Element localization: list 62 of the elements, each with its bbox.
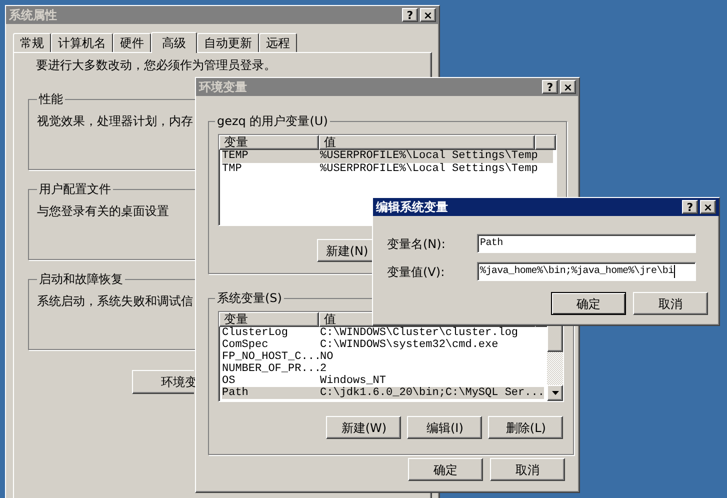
window-title: 环境变量 [199,81,247,93]
tab[interactable]: 远程 [259,33,297,52]
table-cell: C:\WINDOWS\Cluster\cluster.log [320,328,518,338]
table-cell-text: OS [222,376,236,386]
scroll-down-button[interactable] [547,385,564,401]
column-header[interactable]: 值 [319,135,535,150]
group-label: 系统变量(S) [216,290,283,307]
table-cell: FP_NO_HOST_C... [222,352,320,362]
field-value: %java_home%\bin;%java_home%\jre\bi [480,264,674,279]
group-label: 用户配置文件 [38,181,112,198]
text-cursor [674,265,675,278]
table-cell-text: ComSpec [222,340,270,350]
table-cell: NUMBER_OF_PR... [222,364,320,374]
group-label: gezq 的用户变量(U) [216,113,329,130]
tab[interactable]: 自动更新 [197,33,259,52]
close-button[interactable]: × [560,80,576,94]
help-button[interactable]: ? [402,8,418,22]
close-button[interactable]: × [700,200,716,214]
window-title: 编辑系统变量 [376,201,448,213]
variable-row[interactable]: Path C:\jdk1.6.0_20\bin;C:\MySQL Ser... [222,387,544,399]
close-button[interactable]: × [420,8,436,22]
column-header[interactable] [535,135,556,150]
tab[interactable]: 硬件 [113,33,151,52]
table-cell: %USERPROFILE%\Local Settings\Temp [320,151,538,162]
dialog-button[interactable]: 确定 [551,292,626,315]
dialog-button[interactable]: 确定 [408,458,483,481]
dialog-button[interactable]: 新建(W) [326,416,402,439]
notice-text: 要进行大多数改动，您必须作为管理员登录。 [36,57,276,74]
field-label: 变量名(N): [386,236,446,252]
table-cell-text: Path [222,388,250,398]
field-label: 变量值(V): [386,264,446,280]
window-title: 系统属性 [9,9,57,21]
group-description: 系统启动，系统失败和调试信 [37,293,193,310]
field-value: Path [480,236,503,251]
group-description: 视觉效果，处理器计划，内存 [37,113,193,130]
group-label: 启动和故障恢复 [38,271,124,288]
table-cell: C:\jdk1.6.0_20\bin;C:\MySQL Ser... [320,388,544,398]
dialog-button[interactable]: 删除(L) [488,416,564,439]
table-cell: C:\WINDOWS\system32\cmd.exe [320,340,498,350]
tab[interactable]: 高级 [151,32,197,53]
column-header[interactable]: 变量 [219,135,319,150]
group-description: 与您登录有关的桌面设置 [37,203,169,220]
table-cell: NO [320,352,334,362]
input-field[interactable]: %java_home%\bin;%java_home%\jre\bi [477,262,696,281]
dialog-button[interactable]: 编辑(I) [407,416,482,439]
help-button[interactable]: ? [542,80,558,94]
table-cell: 2 [320,364,327,374]
table-cell: Windows_NT [320,376,386,386]
table-cell-text: ClusterLog [222,328,290,338]
dialog-button[interactable]: 取消 [490,458,565,481]
column-header[interactable]: 变量 [219,312,319,327]
help-button[interactable]: ? [682,200,698,214]
dialog-button[interactable]: 取消 [633,292,708,315]
table-cell-text: TEMP [222,151,250,162]
variable-row[interactable]: TEMP %USERPROFILE%\Local Settings\Temp [222,150,553,163]
group-label: 性能 [38,91,64,108]
tab[interactable]: 计算机名 [51,33,113,52]
input-field[interactable]: Path [477,234,696,253]
table-cell: %USERPROFILE%\Local Settings\Temp [320,164,538,175]
table-cell-text: TMP [222,164,243,175]
down-arrow-icon [552,391,559,395]
tab[interactable]: 常规 [13,33,51,52]
